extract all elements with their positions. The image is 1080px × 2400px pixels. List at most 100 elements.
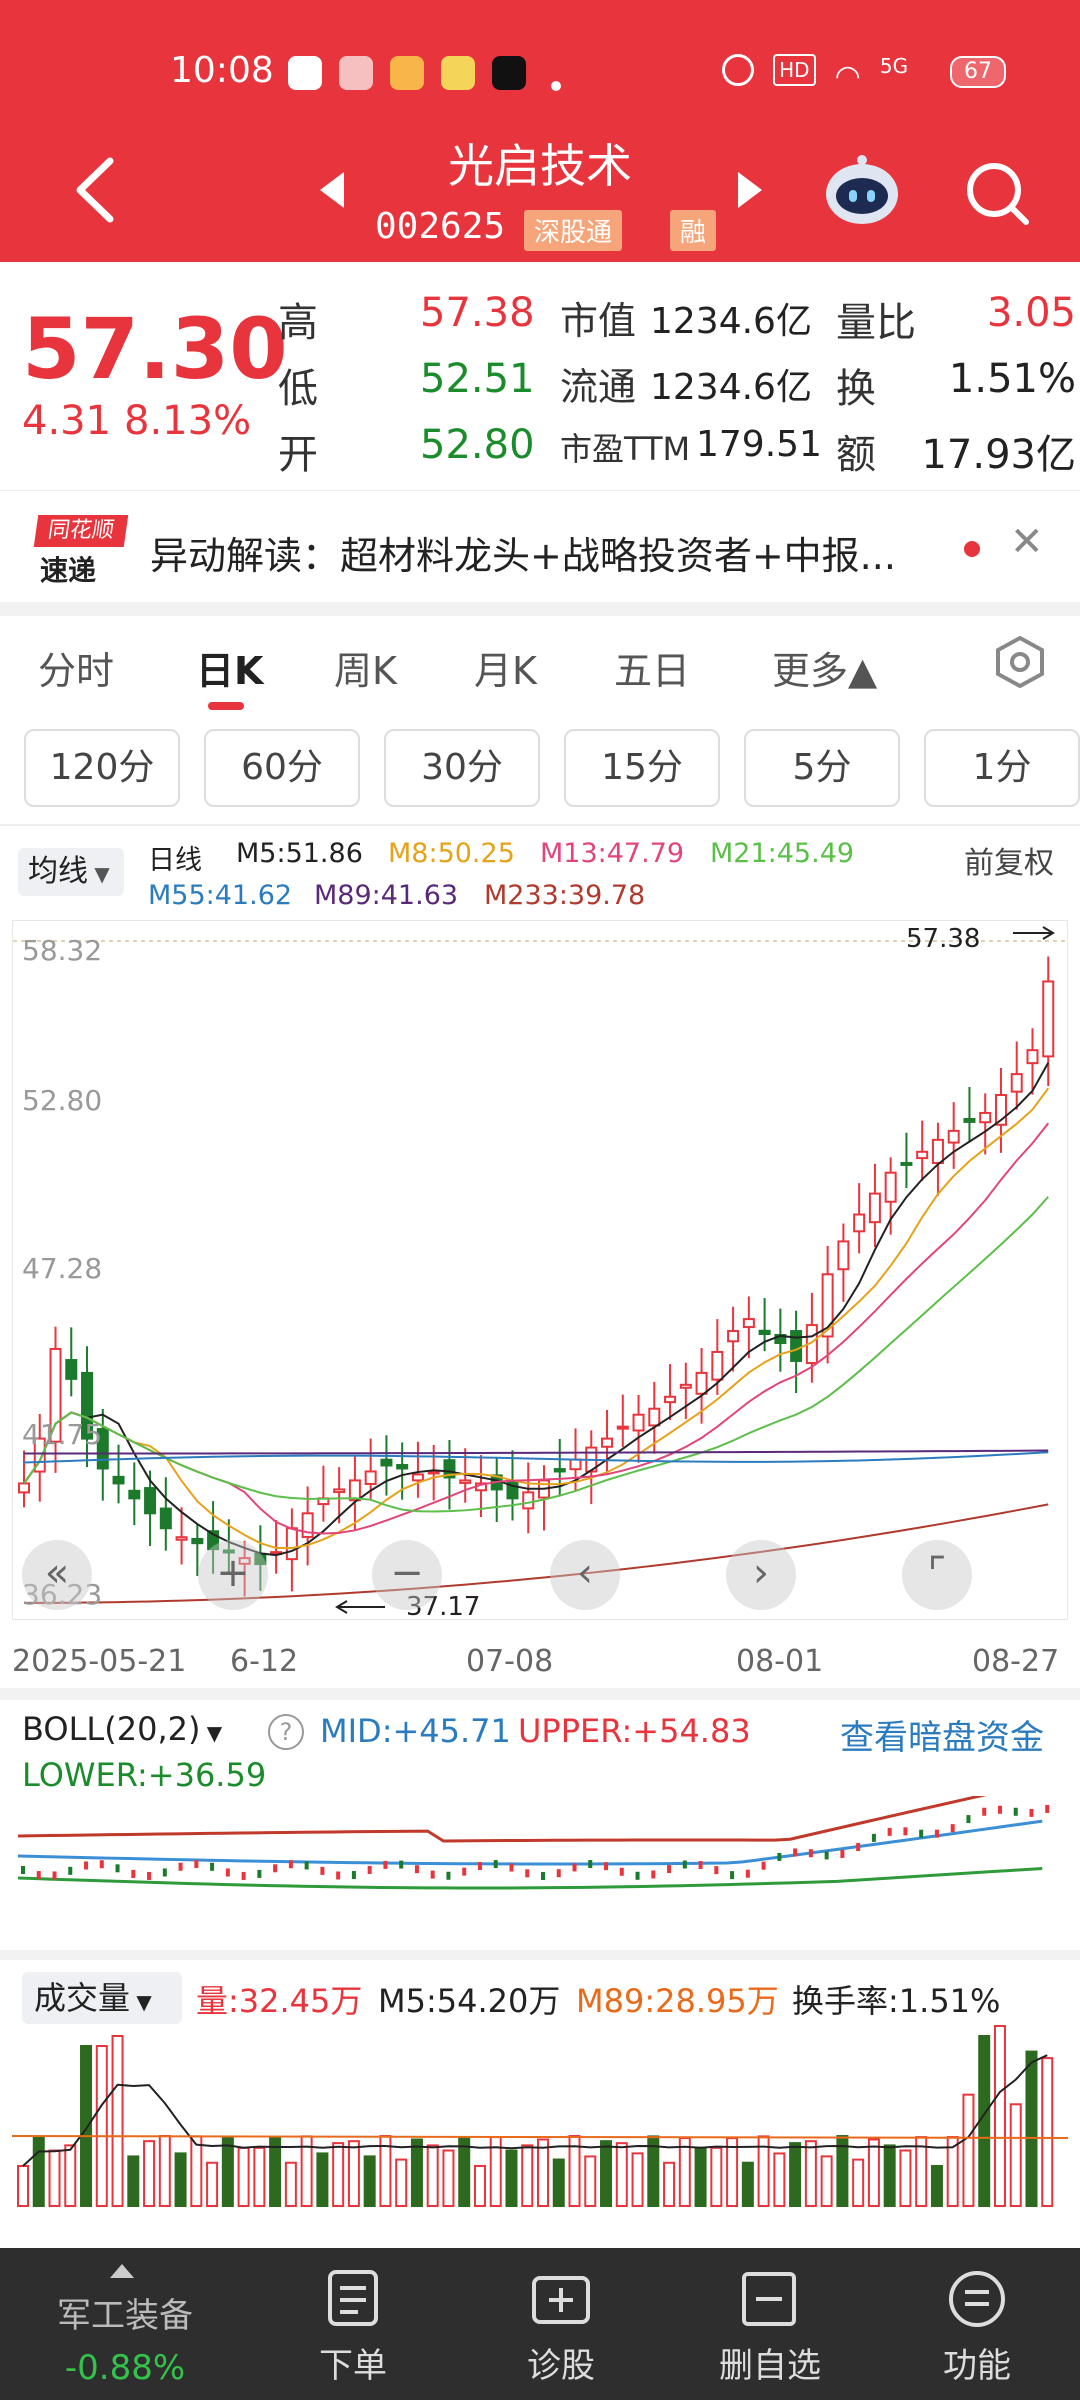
- open-value: 52.80: [420, 422, 535, 468]
- tab-daily-k[interactable]: 日K: [196, 640, 263, 695]
- boll-candle: [903, 1827, 908, 1836]
- candle-body: [427, 1470, 440, 1475]
- boll-candle: [1013, 1807, 1018, 1816]
- volume-bar: [363, 2155, 376, 2207]
- dark-pool-link[interactable]: 查看暗盘资金: [840, 1710, 1044, 1759]
- divider: [0, 824, 1080, 826]
- back-button[interactable]: [70, 155, 120, 229]
- volume-m5: M5:54.20万: [378, 1982, 561, 2020]
- low-label: 低: [278, 366, 318, 412]
- order-button[interactable]: [320, 2268, 386, 2334]
- candle-body: [648, 1407, 661, 1427]
- candle-body: [459, 1479, 472, 1484]
- period-5min[interactable]: 5分: [744, 729, 900, 807]
- boll-selector[interactable]: BOLL(20,2) ▼: [22, 1710, 222, 1748]
- boll-candle: [320, 1866, 325, 1875]
- remove-watchlist-label: 删自选: [719, 2346, 821, 2386]
- volume-bar: [473, 2164, 486, 2208]
- fullscreen-button[interactable]: ⌜: [902, 1540, 972, 1610]
- zoom-in-button[interactable]: +: [198, 1540, 268, 1610]
- volume-bar: [316, 2152, 329, 2207]
- candle-body: [931, 1138, 944, 1164]
- search-icon: [967, 163, 1029, 225]
- ma-line-m89: [23, 1449, 1049, 1455]
- volume-bar: [804, 2140, 817, 2207]
- sector-name[interactable]: 军工装备: [40, 2288, 210, 2337]
- help-icon[interactable]: ?: [268, 1714, 304, 1750]
- high-label: 高: [278, 300, 318, 346]
- app-icon: [492, 56, 527, 90]
- boll-candle: [808, 1849, 813, 1858]
- boll-lower-line: [17, 1866, 1043, 1890]
- boll-candle: [856, 1842, 861, 1851]
- adjust-mode[interactable]: 前复权: [964, 838, 1054, 882]
- period-15min[interactable]: 15分: [564, 729, 720, 807]
- news-badge-bottom: 速递: [40, 554, 97, 587]
- volume-canvas: [11, 2025, 1069, 2208]
- ma-selector[interactable]: 均线 ▼: [18, 848, 124, 896]
- tab-more[interactable]: 更多▲: [772, 640, 877, 695]
- prev-stock-button[interactable]: [318, 170, 348, 214]
- minus-square-icon: [742, 2272, 796, 2326]
- news-badge-top: 同花顺: [33, 515, 129, 547]
- volume-bar: [158, 2135, 171, 2207]
- boll-candle: [525, 1869, 530, 1878]
- assistant-robot-button[interactable]: [822, 150, 902, 234]
- stock-name: 光启技术: [448, 139, 632, 193]
- candle-body: [175, 1536, 188, 1541]
- zoom-out-button[interactable]: −: [372, 1540, 442, 1610]
- boll-candle: [367, 1865, 372, 1874]
- volume-m89: M89:28.95万: [576, 1982, 779, 2020]
- candle-body: [1010, 1073, 1023, 1093]
- boll-candle: [36, 1871, 41, 1880]
- pe-value: 179.51: [696, 424, 822, 465]
- tab-five-day[interactable]: 五日: [614, 640, 690, 695]
- boll-candle: [99, 1860, 104, 1869]
- scroll-left-button[interactable]: ‹: [550, 1540, 620, 1610]
- search-button[interactable]: [962, 158, 1032, 232]
- close-icon[interactable]: ✕: [1010, 519, 1044, 565]
- mktcap-value: 1234.6亿: [650, 301, 812, 342]
- boll-candle: [966, 1815, 971, 1824]
- period-30min[interactable]: 30分: [384, 729, 540, 807]
- news-banner[interactable]: 同花顺 速递 异动解读：超材料龙头+战略投资者+中报... ✕: [0, 490, 1080, 602]
- period-120min[interactable]: 120分: [24, 729, 180, 807]
- open-label: 开: [278, 432, 318, 478]
- tab-intraday[interactable]: 分时: [38, 640, 114, 695]
- float-label: 流通: [560, 365, 637, 409]
- volume-bar: [332, 2142, 345, 2207]
- ma-line-m21: [23, 1196, 1049, 1513]
- scroll-far-left-button[interactable]: «: [22, 1540, 92, 1610]
- diagnose-button[interactable]: [528, 2268, 594, 2334]
- volume-ratio-label: 量比: [836, 300, 916, 346]
- chart-settings-button[interactable]: [990, 632, 1050, 696]
- functions-label: 功能: [943, 2346, 1011, 2386]
- ma233-value: M233:39.78: [484, 880, 646, 911]
- volume-selector[interactable]: 成交量 ▼: [22, 1972, 182, 2024]
- volume-bar: [190, 2135, 203, 2207]
- scroll-right-button[interactable]: ›: [726, 1540, 796, 1610]
- candle-body: [711, 1350, 724, 1381]
- boll-candle: [761, 1861, 766, 1870]
- period-1min[interactable]: 1分: [924, 729, 1080, 807]
- boll-candle: [273, 1864, 278, 1873]
- diagnose-label: 诊股: [527, 2346, 595, 2386]
- date-label: 6-12: [230, 1644, 299, 1679]
- boll-candle: [824, 1851, 829, 1860]
- tab-weekly-k[interactable]: 周K: [334, 640, 397, 695]
- period-60min[interactable]: 60分: [204, 729, 360, 807]
- sector-change: -0.88%: [64, 2348, 186, 2388]
- kline-chart[interactable]: [12, 920, 1069, 1620]
- plus-icon: +: [216, 1550, 250, 1596]
- boll-candle: [178, 1862, 183, 1871]
- functions-button[interactable]: [944, 2268, 1010, 2334]
- date-end: 08-27: [972, 1644, 1060, 1679]
- remove-watchlist-button[interactable]: [736, 2268, 802, 2334]
- boll-candle: [257, 1869, 262, 1878]
- tab-monthly-k[interactable]: 月K: [474, 640, 537, 695]
- expand-icon: ⌜: [927, 1550, 947, 1596]
- boll-candle: [21, 1866, 25, 1874]
- next-stock-button[interactable]: [734, 170, 764, 214]
- high-marker-label: 57.38: [906, 924, 981, 954]
- ma-kind: 日线: [148, 845, 202, 876]
